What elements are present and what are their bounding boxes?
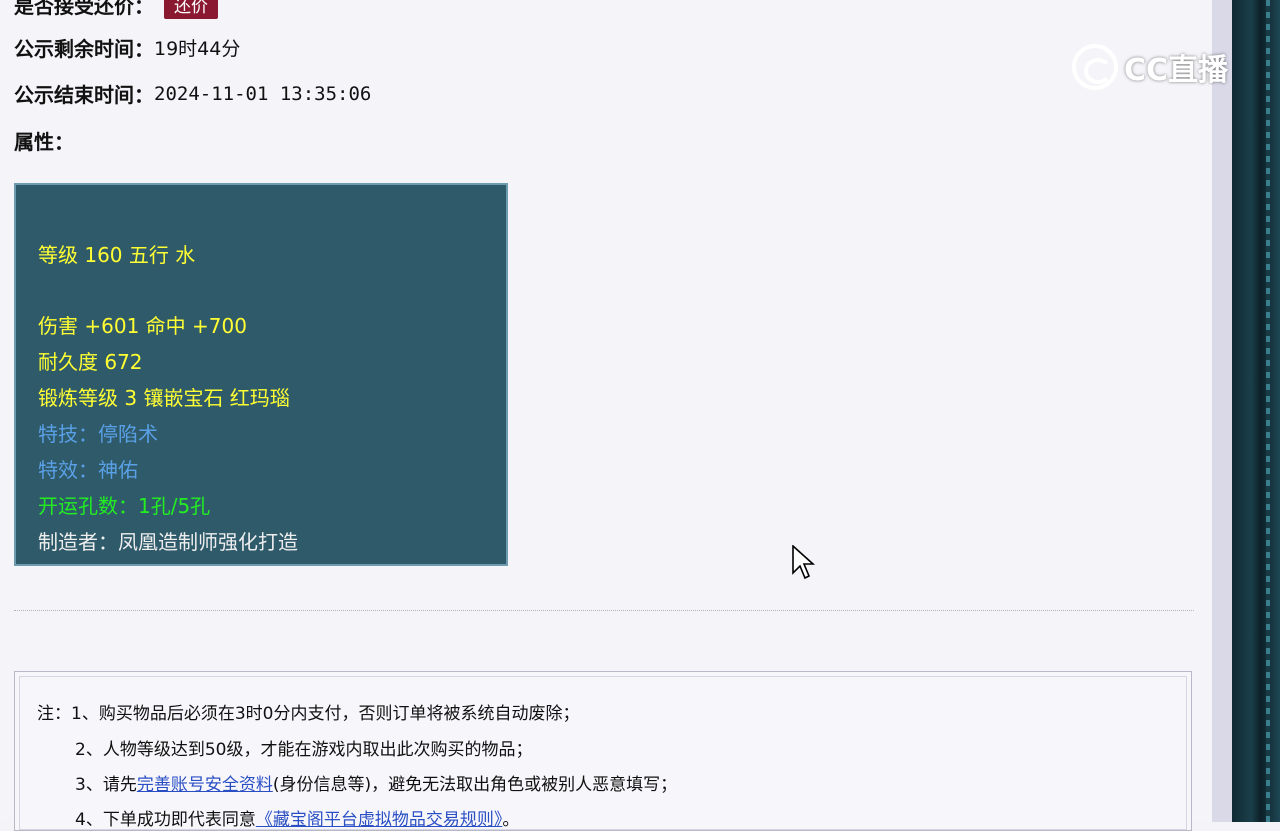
attr-forge-gem: 锻炼等级 3 镶嵌宝石 红玛瑙 bbox=[38, 386, 290, 410]
note-1: 注：1、购买物品后必须在3时0分内支付，否则订单将被系统自动废除； bbox=[37, 704, 580, 724]
game-background-strip bbox=[1232, 0, 1280, 822]
page-scroll-edge bbox=[1212, 0, 1232, 822]
note-3-suffix: (身份信息等)，避免无法取出角色或被别人恶意填写； bbox=[272, 775, 678, 795]
accept-counter-row: 是否接受还价： 还价 bbox=[14, 0, 218, 19]
end-time-value: 2024-11-01 13:35:06 bbox=[154, 82, 372, 105]
cc-live-watermark: CC直播 bbox=[1072, 44, 1228, 90]
accept-counter-label: 是否接受还价： bbox=[14, 0, 154, 18]
note-3-prefix: 3、请先 bbox=[75, 775, 137, 795]
mouse-cursor-icon bbox=[792, 545, 816, 580]
attributes-label: 属性： bbox=[14, 130, 74, 154]
cc-logo-icon bbox=[1072, 44, 1118, 90]
end-time-row: 公示结束时间： 2024-11-01 13:35:06 bbox=[14, 79, 371, 108]
note-3: 3、请先完善账号安全资料(身份信息等)，避免无法取出角色或被别人恶意填写； bbox=[75, 770, 677, 795]
attributes-row: 属性： bbox=[14, 126, 74, 155]
note-4-prefix: 4、下单成功即代表同意 bbox=[75, 810, 256, 830]
remaining-time-label: 公示剩余时间： bbox=[14, 37, 154, 61]
attr-luck-slots: 开运孔数：1孔/5孔 bbox=[38, 494, 211, 518]
trade-rules-link[interactable]: 《藏宝阁平台虚拟物品交易规则》 bbox=[256, 810, 503, 830]
remaining-time-value: 19时44分 bbox=[154, 38, 241, 60]
page-content: 是否接受还价： 还价 公示剩余时间： 19时44分 公示结束时间： 2024-1… bbox=[0, 0, 1212, 831]
item-attributes-panel: 等级 160 五行 水 伤害 +601 命中 +700 耐久度 672 锻炼等级… bbox=[14, 183, 508, 566]
purchase-notes-box: 注：1、购买物品后必须在3时0分内支付，否则订单将被系统自动废除； 2、人物等级… bbox=[14, 671, 1192, 831]
attr-level-element: 等级 160 五行 水 bbox=[38, 243, 196, 267]
note-2: 2、人物等级达到50级，才能在游戏内取出此次购买的物品； bbox=[75, 740, 533, 760]
end-time-label: 公示结束时间： bbox=[14, 83, 154, 107]
attr-maker: 制造者：凤凰造制师强化打造 bbox=[38, 530, 298, 554]
account-security-link[interactable]: 完善账号安全资料 bbox=[137, 775, 273, 795]
attr-durability: 耐久度 672 bbox=[38, 350, 143, 374]
note-4-suffix: 。 bbox=[502, 810, 520, 830]
attr-special-effect: 特效：神佑 bbox=[38, 458, 138, 482]
cc-logo-text: CC直播 bbox=[1124, 53, 1229, 88]
remaining-time-row: 公示剩余时间： 19时44分 bbox=[14, 33, 240, 62]
attr-damage-hit: 伤害 +601 命中 +700 bbox=[38, 314, 247, 338]
attr-special-skill: 特技：停陷术 bbox=[38, 422, 158, 446]
note-4: 4、下单成功即代表同意《藏宝阁平台虚拟物品交易规则》。 bbox=[75, 805, 519, 830]
counter-offer-button[interactable]: 还价 bbox=[164, 0, 218, 19]
section-divider bbox=[14, 610, 1194, 611]
